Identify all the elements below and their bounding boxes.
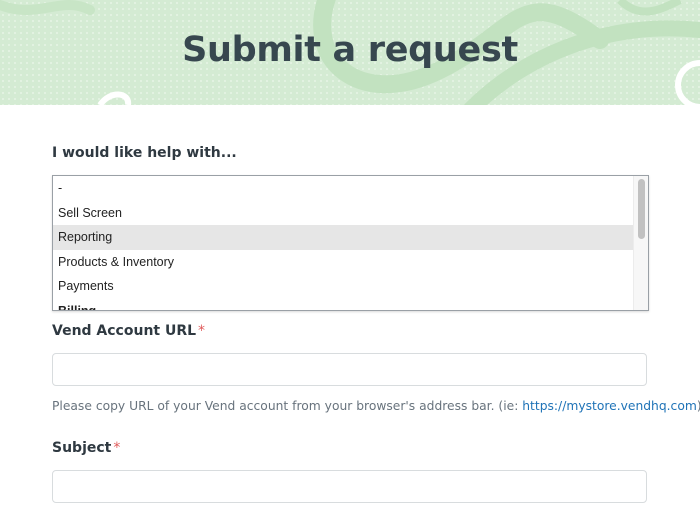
required-asterisk: * bbox=[113, 440, 121, 456]
example-url-link[interactable]: https://mystore.vendhq.com bbox=[522, 399, 697, 413]
page-header: Submit a request bbox=[0, 0, 700, 105]
account-url-label-text: Vend Account URL bbox=[52, 323, 197, 339]
listbox-option-selected[interactable]: Reporting bbox=[53, 225, 635, 250]
listbox-scrollbar[interactable] bbox=[633, 176, 648, 310]
listbox-option[interactable]: Sell Screen bbox=[53, 201, 635, 226]
listbox-option-group[interactable]: Billing bbox=[53, 299, 635, 311]
account-url-label: Vend Account URL * bbox=[52, 323, 205, 339]
account-url-hint-text: Please copy URL of your Vend account fro… bbox=[52, 399, 523, 413]
subject-input[interactable] bbox=[52, 470, 647, 503]
account-url-hint: Please copy URL of your Vend account fro… bbox=[52, 399, 700, 413]
listbox-option[interactable]: - bbox=[53, 176, 635, 201]
listbox-scroll-thumb[interactable] bbox=[638, 179, 645, 239]
subject-label: Subject * bbox=[52, 440, 120, 456]
listbox-option[interactable]: Payments bbox=[53, 274, 635, 299]
help-with-listbox[interactable]: - Sell Screen Reporting Products & Inven… bbox=[52, 175, 649, 311]
page-title: Submit a request bbox=[182, 30, 518, 70]
required-asterisk: * bbox=[198, 323, 206, 339]
listbox-option[interactable]: Products & Inventory bbox=[53, 250, 635, 275]
account-url-input[interactable] bbox=[52, 353, 647, 386]
help-with-label: I would like help with... bbox=[52, 145, 237, 161]
subject-label-text: Subject bbox=[52, 440, 112, 456]
help-with-label-text: I would like help with... bbox=[52, 145, 237, 161]
